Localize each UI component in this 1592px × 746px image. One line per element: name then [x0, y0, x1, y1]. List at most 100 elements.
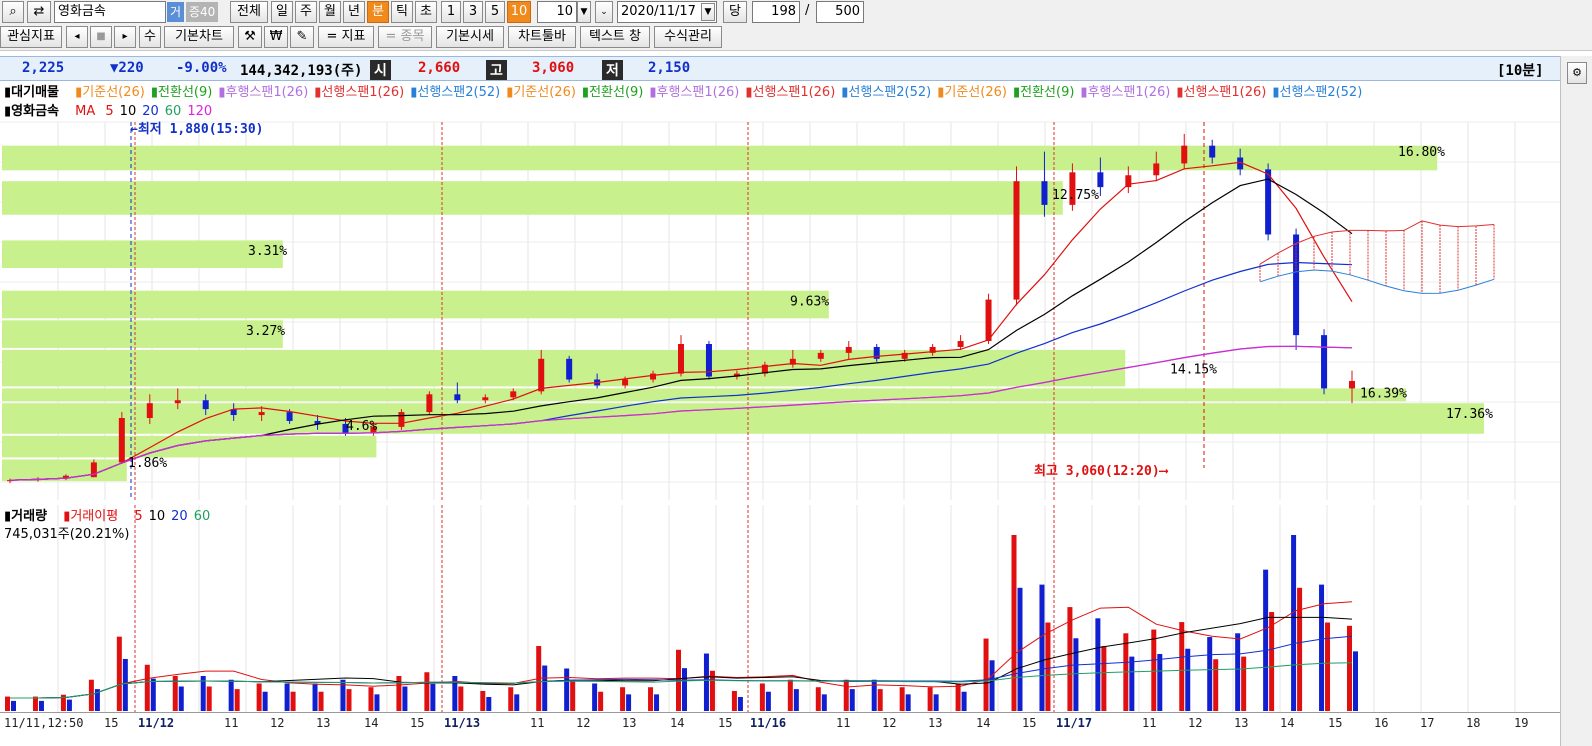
time-tick-label: 11	[1142, 716, 1157, 730]
volume-bar	[1179, 622, 1185, 711]
legend-item: ▮기준선(26)	[75, 85, 145, 100]
candle-body	[202, 400, 209, 410]
secondary-toolbar: 관심지표 ◂ ■ ▸ 수 기본차트 ⚒ ₩ ✎ = 지표 = 종목 기본시세 차…	[0, 24, 1592, 51]
price-chart[interactable]: 16.80% 12.75% 3.31% 9.63% 3.27% 14.15% 16.39% 4…	[0, 100, 1560, 500]
time-tick-label: 17	[1420, 716, 1435, 730]
volume-bar	[626, 694, 632, 711]
wrench-icon[interactable]: ✎	[290, 26, 314, 48]
volume-bar	[290, 691, 296, 711]
candle-body	[1349, 381, 1355, 389]
volume-bar	[234, 689, 240, 711]
volume-bar	[1263, 569, 1269, 711]
candle-body	[454, 394, 461, 401]
volume-bar	[284, 683, 290, 711]
scroll-right-icon[interactable]: ▸	[114, 26, 136, 48]
time-tick-label: 14	[1280, 716, 1295, 730]
volume-bar	[1235, 633, 1241, 711]
price-change-pct: -9.00%	[176, 60, 227, 76]
candle-body	[845, 346, 852, 353]
settings-icon[interactable]: ⚙	[1567, 62, 1587, 84]
volume-bar	[877, 689, 883, 711]
volume-bar	[206, 686, 212, 711]
interval-3-button[interactable]: 3	[463, 1, 483, 23]
volume-bar	[256, 683, 262, 711]
stock-name-input[interactable]: 영화금속	[54, 1, 166, 23]
chart-toolbar-button[interactable]: 차트툴바	[508, 26, 576, 48]
period-day-button[interactable]: 일	[271, 1, 293, 23]
legend-item: 10	[148, 509, 166, 524]
won-icon[interactable]: ₩	[264, 26, 288, 48]
volume-bar	[1039, 584, 1045, 711]
volume-bar	[1347, 625, 1352, 711]
volume-bar	[1297, 587, 1303, 711]
time-tick-label: 11/13	[444, 716, 481, 730]
legend-item: ▮후행스팬1(26)	[218, 85, 309, 100]
time-tick-label: 14	[976, 716, 991, 730]
time-tick-label: 14	[364, 716, 379, 730]
legend-item: 20	[171, 509, 188, 524]
interval-value-input[interactable]: 10	[537, 1, 577, 23]
volume-chart[interactable]	[0, 505, 1560, 712]
interval-10-button[interactable]: 10	[507, 1, 531, 23]
formula-button[interactable]: 수식관리	[654, 26, 722, 48]
period-minute-button[interactable]: 분	[367, 1, 389, 23]
su-button[interactable]: 수	[139, 26, 161, 48]
stop-icon[interactable]: ■	[90, 26, 112, 48]
volume-profile-bar	[2, 181, 1063, 215]
refresh-icon[interactable]: ⇄	[27, 1, 51, 23]
chevron-down-icon[interactable]: ⌄	[595, 1, 613, 23]
interest-indicator-button[interactable]: 관심지표	[0, 26, 62, 48]
volume-bar	[116, 636, 122, 711]
volume-bar	[1067, 607, 1073, 711]
period-month-button[interactable]: 월	[319, 1, 341, 23]
time-tick-label: 13	[1234, 716, 1249, 730]
period-second-button[interactable]: 초	[415, 1, 437, 23]
high-label: 고	[486, 60, 507, 80]
period-week-button[interactable]: 주	[295, 1, 317, 23]
volume-bar	[682, 668, 687, 711]
dang-button[interactable]: 당	[723, 1, 747, 23]
current-price: 2,225	[22, 60, 65, 76]
interval-5-button[interactable]: 5	[485, 1, 505, 23]
volume-profile-bar	[2, 145, 1438, 171]
legend-item: ▮기준선(26)	[937, 85, 1007, 100]
volume-bar	[402, 686, 408, 711]
search-icon[interactable]: ⌕	[2, 1, 24, 23]
volume-bar	[592, 683, 598, 711]
low-label: 저	[602, 60, 623, 80]
period-tick-button[interactable]: 틱	[391, 1, 413, 23]
date-dropdown-icon[interactable]: ▼	[701, 3, 715, 21]
basic-chart-button[interactable]: 기본차트	[164, 26, 234, 48]
candle-body	[1209, 145, 1216, 158]
legend-item: ▮기준선(26)	[506, 85, 576, 100]
volume-bar	[1241, 656, 1247, 711]
volume-bar	[262, 691, 268, 711]
candle-body	[286, 412, 293, 421]
time-axis: 11/11,12:50 15 11/12 11 12 13 14 15 11/13 11 12 13 1…	[0, 712, 1560, 734]
volume-bar	[1151, 629, 1157, 711]
count-input[interactable]: 198	[752, 1, 800, 23]
interval-dropdown-icon[interactable]: ▼	[577, 1, 591, 23]
interval-1-button[interactable]: 1	[441, 1, 461, 23]
period-all-button[interactable]: 전체	[230, 1, 268, 23]
scroll-left-icon[interactable]: ◂	[66, 26, 88, 48]
basic-quote-button[interactable]: 기본시세	[436, 26, 504, 48]
time-tick-label: 11/12	[138, 716, 175, 730]
time-tick-label: 15	[410, 716, 425, 730]
tools-icon[interactable]: ⚒	[238, 26, 262, 48]
indicator-button[interactable]: = 지표	[318, 26, 374, 48]
volume-bar	[1213, 659, 1219, 711]
trade-tag: 거	[167, 2, 185, 22]
time-tick-label: 11/11,12:50	[4, 716, 84, 730]
candle-body	[118, 418, 125, 463]
volume-bar	[32, 696, 38, 711]
item-button[interactable]: = 종목	[378, 26, 432, 48]
count-total-input[interactable]: 500	[816, 1, 864, 23]
text-window-button[interactable]: 텍스트 창	[580, 26, 650, 48]
volume-bar	[144, 664, 150, 711]
period-year-button[interactable]: 년	[343, 1, 365, 23]
volume-bar	[1291, 535, 1297, 711]
volume-profile-pct: 9.63%	[790, 295, 829, 310]
volume-bar	[458, 686, 464, 711]
volume-bar	[927, 687, 933, 711]
